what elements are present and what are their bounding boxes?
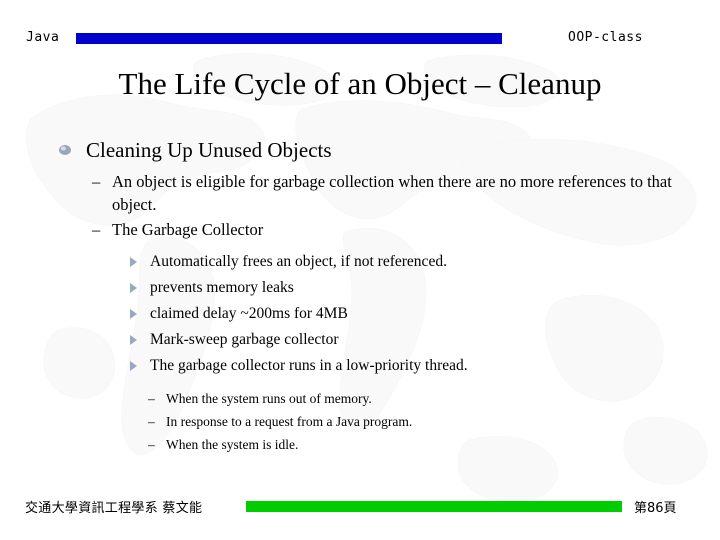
bullet-level3-5: The garbage collector runs in a low-prio… bbox=[56, 353, 676, 379]
bullet-level3-4-text: Mark-sweep garbage collector bbox=[150, 331, 339, 348]
bullet-level1-text: Cleaning Up Unused Objects bbox=[86, 138, 332, 162]
level3-group: Automatically frees an object, if not re… bbox=[56, 249, 676, 379]
dash-marker: – bbox=[92, 220, 101, 239]
header-left-label: Java bbox=[26, 30, 60, 45]
header-right-label: OOP-class bbox=[568, 30, 643, 45]
slide: Java OOP-class The Life Cycle of an Obje… bbox=[0, 0, 720, 540]
bullet-level4-1-text: When the system runs out of memory. bbox=[166, 391, 372, 406]
bullet-level3-1-text: Automatically frees an object, if not re… bbox=[150, 253, 447, 270]
sphere-bullet-icon bbox=[59, 145, 71, 155]
bullet-level1: Cleaning Up Unused Objects bbox=[56, 136, 676, 164]
bullet-level4-3: – When the system is idle. bbox=[56, 433, 676, 456]
triangle-bullet-icon bbox=[130, 309, 137, 319]
bullet-level3-4: Mark-sweep garbage collector bbox=[56, 327, 676, 353]
slide-body: Cleaning Up Unused Objects – An object i… bbox=[56, 136, 676, 456]
dash-marker: – bbox=[148, 437, 155, 452]
level4-group: – When the system runs out of memory. – … bbox=[56, 387, 676, 456]
bullet-level4-3-text: When the system is idle. bbox=[166, 437, 299, 452]
bullet-level3-3-text: claimed delay ~200ms for 4MB bbox=[150, 305, 348, 322]
triangle-bullet-icon bbox=[130, 361, 137, 371]
triangle-bullet-icon bbox=[130, 335, 137, 345]
dash-marker: – bbox=[148, 414, 155, 429]
bullet-level2-1-text: An object is eligible for garbage collec… bbox=[112, 172, 672, 214]
bullet-level2-1: – An object is eligible for garbage coll… bbox=[56, 170, 676, 216]
bullet-level4-2-text: In response to a request from a Java pro… bbox=[166, 414, 413, 429]
triangle-bullet-icon bbox=[130, 283, 137, 293]
footer-rule-bar bbox=[246, 501, 622, 512]
bullet-level3-3: claimed delay ~200ms for 4MB bbox=[56, 301, 676, 327]
triangle-bullet-icon bbox=[130, 257, 137, 267]
bullet-level3-2-text: prevents memory leaks bbox=[150, 279, 294, 296]
footer-left-label: 交通大學資訊工程學系 蔡文能 bbox=[25, 501, 203, 516]
page-title: The Life Cycle of an Object – Cleanup bbox=[118, 66, 602, 101]
bullet-level2-2-text: The Garbage Collector bbox=[112, 220, 264, 239]
bullet-level4-1: – When the system runs out of memory. bbox=[56, 387, 676, 410]
bullet-level2-2: – The Garbage Collector bbox=[56, 218, 676, 241]
header-rule-bar bbox=[76, 33, 502, 44]
bullet-level3-5-text: The garbage collector runs in a low-prio… bbox=[150, 357, 468, 374]
bullet-level3-1: Automatically frees an object, if not re… bbox=[56, 249, 676, 275]
dash-marker: – bbox=[148, 391, 155, 406]
dash-marker: – bbox=[92, 172, 101, 191]
bullet-level4-2: – In response to a request from a Java p… bbox=[56, 410, 676, 433]
bullet-level3-2: prevents memory leaks bbox=[56, 275, 676, 301]
page-number: 第86頁 bbox=[634, 501, 677, 516]
